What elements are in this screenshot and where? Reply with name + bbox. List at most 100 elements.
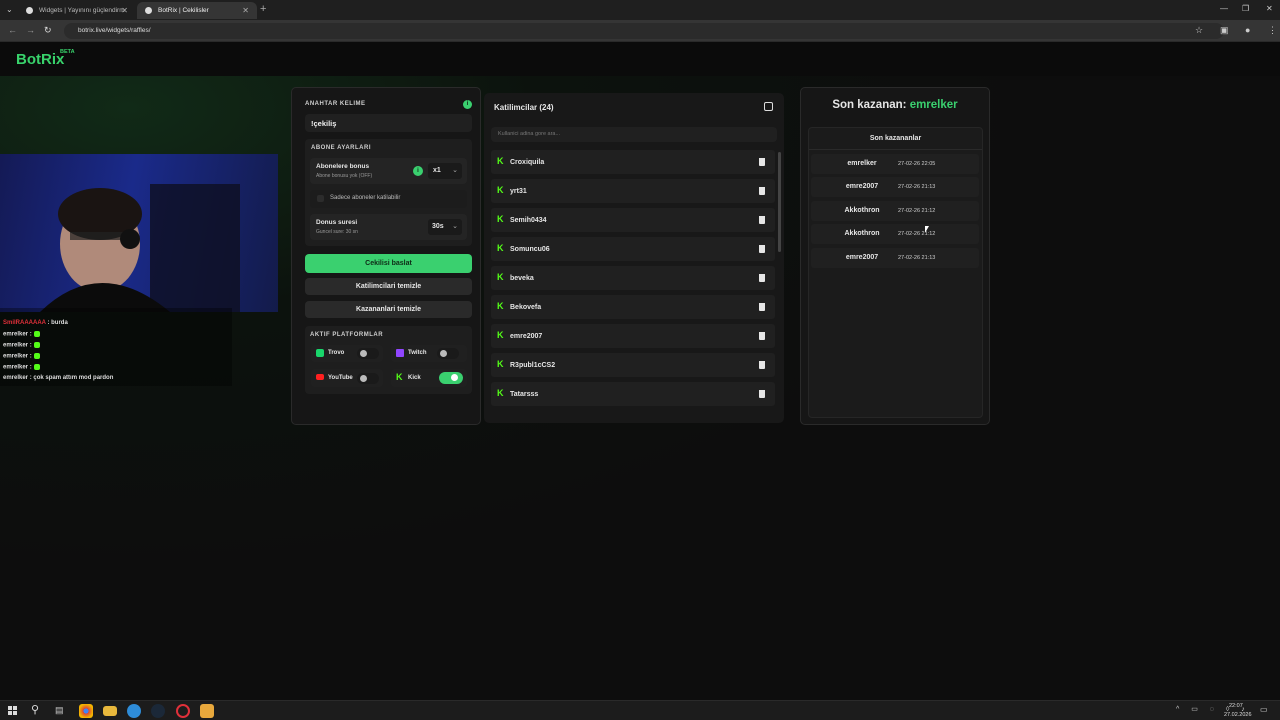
participant-row[interactable]: K Croxiquila	[491, 150, 775, 174]
steam-icon[interactable]	[151, 704, 165, 718]
app-icon[interactable]	[200, 704, 214, 718]
chat-message: emrelker :	[3, 342, 40, 349]
forward-icon[interactable]: →	[26, 25, 35, 35]
winner-row: Akkothron 27-02-26 21:12	[811, 201, 979, 221]
opera-icon[interactable]	[176, 704, 190, 718]
participant-search-input[interactable]: Kullanici adina gore ara...	[491, 127, 777, 142]
checkbox-icon	[317, 195, 324, 202]
chrome-icon[interactable]	[79, 704, 93, 718]
file-explorer-icon[interactable]	[103, 706, 117, 716]
keyword-label: ANAHTAR KELIME	[305, 101, 366, 107]
winners-divider	[809, 149, 982, 150]
chevron-down-icon: ⌄	[452, 167, 458, 174]
kick-icon: K	[497, 359, 504, 369]
multiplier-select[interactable]: x1 ⌄	[428, 163, 462, 179]
clear-winners-button[interactable]: Kazananlari temizle	[305, 301, 472, 318]
participant-row[interactable]: Kemre2007	[491, 324, 775, 348]
participant-scrollbar[interactable]	[778, 152, 781, 252]
participant-row[interactable]: K R3publ1cCS2	[491, 353, 775, 377]
subscriber-label: ABONE AYARLARI	[311, 145, 372, 151]
clear-participants-button[interactable]: Katilimcilari temizle	[305, 278, 472, 295]
last-winner-heading: Son kazanan: emrelker	[832, 99, 958, 111]
taskbar: ⚲ ▤ ^ ▭ ◌ ◊ ♪ 22:07 27.02.2026 ▭	[0, 700, 1280, 720]
kick-toggle[interactable]	[439, 372, 463, 384]
close-tab-icon[interactable]: ✕	[242, 6, 249, 15]
trash-icon[interactable]	[759, 390, 765, 398]
trash-icon[interactable]	[759, 216, 765, 224]
platform-kick: K Kick	[391, 369, 467, 387]
keyword-input[interactable]: !çekiliş	[305, 114, 472, 132]
tab-list-icon[interactable]: ⌄	[6, 5, 13, 14]
kick-icon: K	[497, 243, 504, 253]
kick-icon: K	[497, 388, 504, 398]
search-icon[interactable]: ⚲	[31, 703, 39, 716]
chat-message: SmilRAAAAAA : burda	[3, 320, 68, 326]
kick-icon: K	[497, 272, 504, 282]
twitch-toggle[interactable]	[437, 348, 459, 359]
participant-row[interactable]: K Semih0434	[491, 208, 775, 232]
edge-icon[interactable]	[127, 704, 141, 718]
back-icon[interactable]: ←	[8, 25, 17, 35]
trovo-toggle[interactable]	[357, 348, 379, 359]
youtube-toggle[interactable]	[357, 373, 379, 384]
chat-username: SmilRAAAAAA	[3, 320, 46, 326]
kick-emote-icon	[33, 342, 40, 348]
notifications-icon[interactable]: ▭	[1260, 705, 1268, 714]
trash-icon[interactable]	[759, 303, 765, 311]
participants-title: Katilimcilar (24)	[494, 103, 554, 112]
close-tab-icon[interactable]: ✕	[121, 6, 128, 15]
chat-message: emrelker :	[3, 353, 40, 360]
winner-row: emre2007 27-02-26 21:13	[811, 248, 979, 268]
url-field[interactable]: botrix.live/widgets/raffles/	[64, 23, 1224, 39]
duration-select[interactable]: 30s ⌄	[428, 219, 462, 235]
clock-date[interactable]: 27.02.2026	[1224, 712, 1252, 718]
trash-icon[interactable]	[759, 158, 765, 166]
new-tab-icon[interactable]: +	[260, 3, 266, 15]
reload-icon[interactable]: ↻	[44, 25, 52, 36]
browser-tab-bar: ⌄ Widgets | Yayınını güçlendirmek ✕ BotR…	[0, 0, 1280, 20]
participant-row[interactable]: Kyrt31	[491, 179, 775, 203]
kick-icon: K	[396, 372, 403, 382]
trash-icon[interactable]	[759, 361, 765, 369]
clock-time[interactable]: 22:07	[1229, 703, 1243, 709]
kick-emote-icon	[33, 331, 40, 337]
chat-message: emrelker :	[3, 331, 40, 338]
profile-icon[interactable]: ●	[1245, 25, 1250, 35]
participant-row[interactable]: K Tatarsss	[491, 382, 775, 406]
kick-icon: K	[497, 185, 504, 195]
participant-row[interactable]: K Bekovefa	[491, 295, 775, 319]
site-header: BotRix BETA	[0, 42, 1280, 76]
close-window-icon[interactable]: ✕	[1266, 4, 1273, 13]
start-icon[interactable]	[8, 706, 17, 715]
bookmark-star-icon[interactable]: ☆	[1195, 25, 1203, 36]
trash-icon[interactable]	[759, 332, 765, 340]
extensions-icon[interactable]: ▣	[1220, 25, 1229, 36]
winners-list-title: Son kazananlar	[869, 135, 922, 142]
restore-icon[interactable]: ❐	[1242, 4, 1249, 13]
platform-youtube: YouTube	[311, 369, 383, 387]
start-raffle-button[interactable]: Cekilisi baslat	[305, 254, 472, 273]
platforms-label: AKTIF PLATFORMLAR	[310, 332, 384, 338]
participant-row[interactable]: Kbeveka	[491, 266, 775, 290]
menu-icon[interactable]: ⋮	[1268, 25, 1277, 36]
winner-row: emrelker 27-02-26 22:05	[811, 154, 979, 174]
minimize-icon[interactable]: —	[1220, 4, 1228, 13]
task-view-icon[interactable]: ▤	[55, 705, 64, 716]
only-subs-checkbox[interactable]: Sadece aboneler katilabilir	[310, 190, 467, 208]
botrix-logo[interactable]: BotRix	[16, 51, 64, 68]
chat-overlay: SmilRAAAAAA : burda emrelker : emrelker …	[0, 308, 232, 386]
copy-icon[interactable]	[764, 102, 773, 111]
youtube-icon	[316, 374, 324, 380]
kick-icon: K	[497, 156, 504, 166]
tab-widgets[interactable]: Widgets | Yayınını güçlendirmek ✕	[18, 2, 136, 19]
duration-row: Donus suresi Guncel sure: 30 sn 30s ⌄	[310, 214, 467, 240]
platform-trovo: Trovo	[311, 345, 383, 362]
kick-icon: K	[497, 301, 504, 311]
trash-icon[interactable]	[759, 187, 765, 195]
botrix-favicon-icon	[26, 7, 33, 14]
tab-raffles[interactable]: BotRix | Cekilisler ✕	[137, 2, 257, 19]
trash-icon[interactable]	[759, 274, 765, 282]
trash-icon[interactable]	[759, 245, 765, 253]
participant-row[interactable]: K Somuncu06	[491, 237, 775, 261]
kick-icon: K	[497, 330, 504, 340]
